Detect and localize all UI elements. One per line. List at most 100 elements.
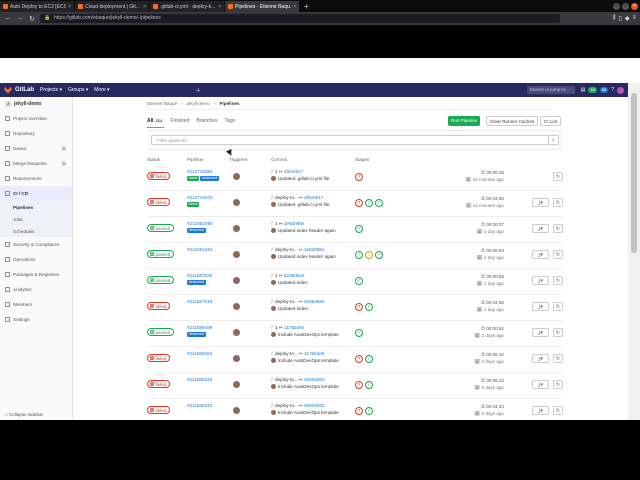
triggerer-avatar[interactable] xyxy=(233,407,240,414)
pipeline-id-link[interactable]: #211586499 xyxy=(187,325,212,330)
pipeline-status-badge[interactable]: × failed xyxy=(147,380,171,388)
download-artifacts-button[interactable]: ⤓▾ xyxy=(532,302,549,311)
triggerer-avatar[interactable] xyxy=(233,199,240,206)
commit-branch[interactable]: ᚴ deploy-to... ↦ xyxy=(271,351,303,356)
pipeline-id-link[interactable]: #212052469 xyxy=(187,221,213,226)
download-artifacts-button[interactable]: ⤓▾ xyxy=(532,406,549,415)
pipeline-id-link[interactable]: #212715084 xyxy=(187,169,213,174)
back-arrow-icon[interactable]: ← xyxy=(4,15,12,22)
pipeline-id-link[interactable]: #212052461 xyxy=(187,247,213,252)
commit-branch[interactable]: ᚴ 1 ↦ xyxy=(271,273,283,278)
cancel-button[interactable]: ↻ xyxy=(553,328,563,337)
commit-sha-link[interactable]: 9280d903 xyxy=(304,377,324,382)
sidebar-item[interactable]: Analytics xyxy=(0,282,72,297)
new-tab-button[interactable]: + xyxy=(300,1,313,12)
download-artifacts-button[interactable]: ⤓▾ xyxy=(532,276,549,285)
commit-branch[interactable]: ᚴ deploy-to... ↦ xyxy=(271,247,303,252)
breadcrumb-owner[interactable]: Etienne Baqué xyxy=(147,101,177,106)
sidebar-subitem[interactable]: Pipelines xyxy=(0,201,72,213)
download-artifacts-button[interactable]: ⤓▾ xyxy=(532,354,549,363)
stage-passed-icon[interactable]: ✓ xyxy=(375,251,383,259)
stage-failed-icon[interactable]: × xyxy=(355,407,363,415)
download-artifacts-button[interactable]: ⤓▾ xyxy=(532,198,549,207)
projects-menu[interactable]: Projects ▾ xyxy=(40,87,62,93)
stage-passed-icon[interactable]: ✓ xyxy=(365,303,373,311)
commit-message-text[interactable]: Include AutoDevOps template xyxy=(278,384,339,389)
commit-message-text[interactable]: Updated index header again xyxy=(278,254,336,259)
tab-branches[interactable]: Branches xyxy=(196,118,217,128)
close-tab-icon[interactable]: × xyxy=(143,4,146,10)
browser-tab[interactable]: Cloud deployment | Git... × xyxy=(75,1,149,12)
triggerer-avatar[interactable] xyxy=(233,225,240,232)
sidebar-item[interactable]: Issues 0 xyxy=(0,141,72,156)
pipeline-id-link[interactable]: #211586494 xyxy=(187,351,212,356)
commit-sha-link[interactable]: 2e6d09be xyxy=(304,247,324,252)
browser-tab[interactable]: .gitlab-ci.yml · deploy-k... × xyxy=(150,1,224,12)
commit-branch[interactable]: ᚴ 1 ↦ xyxy=(271,169,283,174)
pipeline-status-badge[interactable]: × failed xyxy=(147,354,171,362)
breadcrumb-project[interactable]: jekyll-demo xyxy=(187,101,210,106)
reload-icon[interactable]: ↻ xyxy=(28,15,36,23)
commit-branch[interactable]: ᚴ deploy-to... ↦ xyxy=(271,299,303,304)
commit-sha-link[interactable]: 9280d903 xyxy=(304,403,324,408)
sidebar-item[interactable]: Security & Compliance xyxy=(0,237,72,252)
commit-message-text[interactable]: Updated .gitlab-ci.yml file xyxy=(278,176,329,181)
triggerer-avatar[interactable] xyxy=(233,251,240,258)
cancel-button[interactable]: ↻ xyxy=(553,250,563,259)
download-artifacts-button[interactable]: ⤓▾ xyxy=(532,250,549,259)
plus-icon[interactable]: ＋ xyxy=(196,87,201,94)
stage-failed-icon[interactable]: × xyxy=(355,199,363,207)
issues-header-icon[interactable]: ▤ xyxy=(581,87,586,93)
pipeline-id-link[interactable]: #211587529 xyxy=(187,273,212,278)
sidebar-icon[interactable]: ▯ xyxy=(619,15,622,22)
maximize-icon[interactable]: □ xyxy=(622,2,629,10)
retry-button[interactable]: ↻ xyxy=(553,198,563,207)
close-tab-icon[interactable]: × xyxy=(218,4,221,10)
download-artifacts-button[interactable]: ⤓▾ xyxy=(532,224,549,233)
commit-branch[interactable]: ᚴ 1 ↦ xyxy=(271,221,283,226)
sidebar-item[interactable]: Project overview xyxy=(0,111,72,126)
pipeline-status-badge[interactable]: ✓ passed xyxy=(147,224,175,232)
stage-passed-icon[interactable]: ✓ xyxy=(355,277,363,285)
scrollbar-thumb[interactable] xyxy=(631,93,637,253)
sidebar-item[interactable]: Members xyxy=(0,297,72,312)
stage-passed-icon[interactable]: ✓ xyxy=(375,199,383,207)
groups-menu[interactable]: Groups ▾ xyxy=(68,87,88,93)
commit-sha-link[interactable]: 8238d6eb xyxy=(304,299,324,304)
triggerer-avatar[interactable] xyxy=(233,329,240,336)
triggerer-avatar[interactable] xyxy=(233,381,240,388)
commit-sha-link[interactable]: 1176b3e6 xyxy=(304,351,324,356)
run-pipeline-button[interactable]: Run Pipeline xyxy=(448,116,481,126)
pipeline-status-badge[interactable]: × failed xyxy=(147,406,171,414)
stage-failed-icon[interactable]: × xyxy=(355,355,363,363)
close-tab-icon[interactable]: × xyxy=(293,4,296,10)
close-window-icon[interactable]: × xyxy=(631,2,638,10)
sidebar-subitem[interactable]: Schedules xyxy=(0,225,72,237)
cancel-button[interactable]: ↻ xyxy=(553,276,563,285)
commit-branch[interactable]: ᚴ deploy-to... ↦ xyxy=(271,377,303,382)
pipeline-status-badge[interactable]: × failed xyxy=(147,302,171,310)
gitlab-logo[interactable]: GitLab xyxy=(4,86,34,94)
forward-arrow-icon[interactable]: → xyxy=(16,15,24,22)
commit-message-text[interactable]: Updated index header again xyxy=(278,228,336,233)
retry-button[interactable]: ↻ xyxy=(553,302,563,311)
commit-sha-link[interactable]: 8238d6eb xyxy=(284,273,304,278)
close-tab-icon[interactable]: × xyxy=(68,4,71,10)
commit-message-text[interactable]: Updated index xyxy=(278,306,308,311)
stage-failed-icon[interactable]: × xyxy=(355,173,363,181)
triggerer-avatar[interactable] xyxy=(233,355,240,362)
collapse-sidebar-button[interactable]: « Collapse sidebar xyxy=(5,412,43,417)
pipeline-id-link[interactable]: #212715075 xyxy=(187,195,213,200)
retry-button[interactable]: ↻ xyxy=(553,172,563,181)
stage-warning-icon[interactable]: ! xyxy=(365,251,373,259)
commit-branch[interactable]: ᚴ deploy-to... ↦ xyxy=(271,403,303,408)
help-icon[interactable]: ? xyxy=(611,87,614,93)
search-input[interactable]: Search or jump to... xyxy=(526,86,575,94)
stage-passed-icon[interactable]: ✓ xyxy=(365,407,373,415)
stage-passed-icon[interactable]: ✓ xyxy=(365,199,373,207)
commit-branch[interactable]: ᚴ deploy-to... ↦ xyxy=(271,195,303,200)
browser-tab[interactable]: Auto Deploy to EC2 [ECS... × xyxy=(0,1,74,12)
download-artifacts-button[interactable]: ⤓▾ xyxy=(532,380,549,389)
search-icon[interactable]: ⌕ xyxy=(548,136,558,145)
sidebar-item[interactable]: Settings xyxy=(0,312,72,327)
